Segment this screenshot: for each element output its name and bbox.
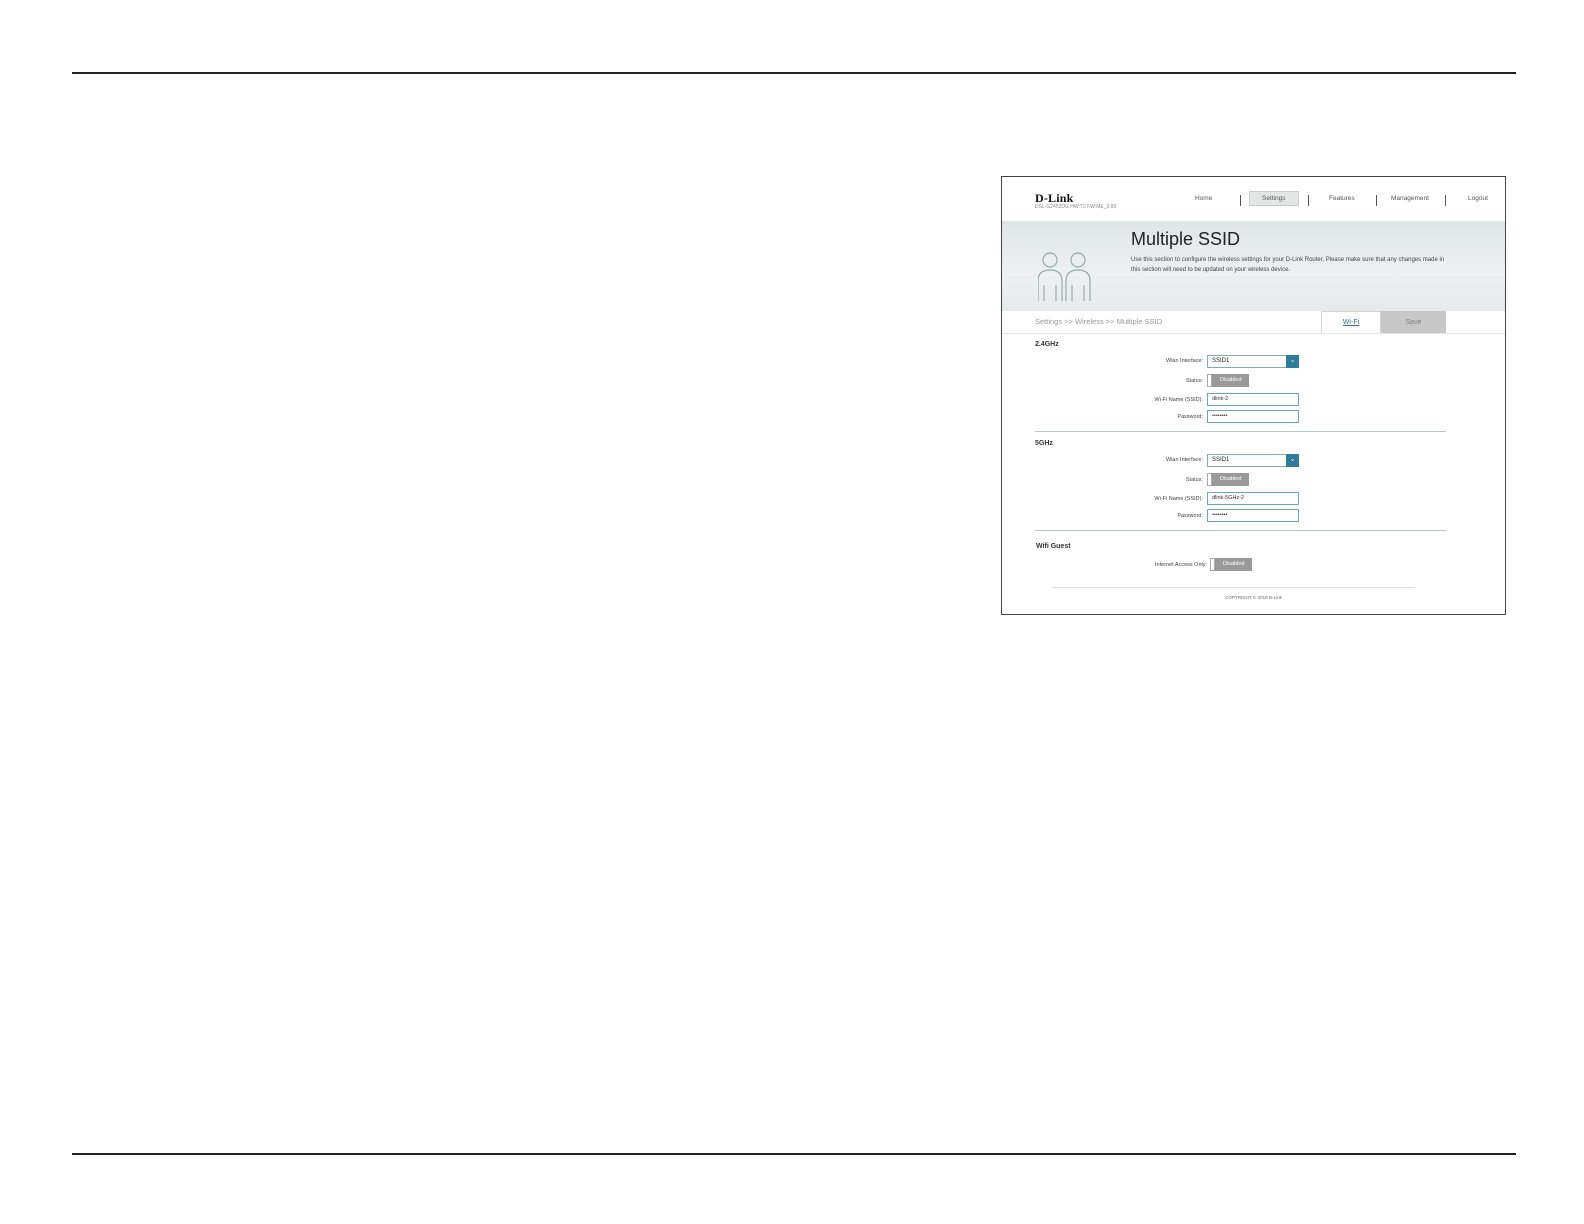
password-input-24ghz[interactable]: •••••••• bbox=[1207, 410, 1299, 423]
footer-divider bbox=[1052, 587, 1415, 588]
wlan-interface-label: Wlan Interface: bbox=[1166, 457, 1203, 463]
status-toggle-24ghz[interactable]: Disabled bbox=[1207, 374, 1250, 387]
ssid-label: Wi-Fi Name (SSID): bbox=[1154, 397, 1203, 403]
breadcrumb-bar: Settings >> Wireless >> Multiple SSID Wi… bbox=[1002, 311, 1505, 334]
toggle-state: Disabled bbox=[1215, 558, 1253, 571]
nav-management[interactable]: Management bbox=[1391, 195, 1429, 202]
save-button[interactable]: Save bbox=[1381, 311, 1446, 333]
breadcrumb: Settings >> Wireless >> Multiple SSID bbox=[1035, 317, 1163, 326]
password-input-5ghz[interactable]: •••••••• bbox=[1207, 509, 1299, 522]
internet-access-label: Internet Access Only: bbox=[1155, 562, 1207, 568]
status-label: Status: bbox=[1185, 477, 1203, 483]
nav-separator bbox=[1376, 195, 1377, 206]
section-divider bbox=[1035, 431, 1446, 432]
nav-settings[interactable]: Settings bbox=[1249, 191, 1299, 206]
router-screenshot: D-Link DSL-G2452DG HW:T2 FW:ME_3.00 Home… bbox=[1001, 176, 1506, 615]
internet-access-toggle[interactable]: Disabled bbox=[1210, 558, 1253, 571]
bottom-rule bbox=[72, 1153, 1516, 1155]
password-label: Password: bbox=[1177, 414, 1203, 420]
wlan-interface-value: SSID1 bbox=[1212, 457, 1230, 463]
toggle-state: Disabled bbox=[1212, 374, 1250, 387]
section-divider bbox=[1035, 530, 1446, 531]
status-toggle-5ghz[interactable]: Disabled bbox=[1207, 473, 1250, 486]
nav-logout[interactable]: Logout bbox=[1468, 195, 1488, 202]
ssid-label: Wi-Fi Name (SSID): bbox=[1154, 496, 1203, 502]
ssid-input-24ghz[interactable]: dlink-2 bbox=[1207, 393, 1299, 406]
wlan-interface-select-5ghz[interactable]: SSID1 ⌄ bbox=[1207, 454, 1299, 467]
page-banner: Multiple SSID Use this section to config… bbox=[1002, 221, 1505, 311]
nav-separator bbox=[1308, 195, 1309, 206]
toggle-state: Disabled bbox=[1212, 473, 1250, 486]
users-icon bbox=[1038, 252, 1091, 301]
wlan-interface-select-24ghz[interactable]: SSID1 ⌄ bbox=[1207, 355, 1299, 368]
page-title: Multiple SSID bbox=[1131, 229, 1241, 249]
nav-features[interactable]: Features bbox=[1329, 195, 1355, 202]
page-description: Use this section to configure the wirele… bbox=[1131, 257, 1445, 273]
nav-home[interactable]: Home bbox=[1195, 195, 1212, 202]
top-rule bbox=[72, 72, 1516, 74]
wifi-link[interactable]: Wi-Fi bbox=[1321, 311, 1381, 333]
router-header: D-Link DSL-G2452DG HW:T2 FW:ME_3.00 Home… bbox=[1002, 177, 1505, 221]
ssid-input-5ghz[interactable]: dlink-5GHz-2 bbox=[1207, 492, 1299, 505]
wlan-interface-value: SSID1 bbox=[1212, 358, 1230, 364]
section-title-wifi-guest: Wifi Guest bbox=[1036, 543, 1071, 550]
nav-separator bbox=[1445, 195, 1446, 206]
chevron-down-icon[interactable]: ⌄ bbox=[1286, 454, 1299, 467]
status-label: Status: bbox=[1185, 378, 1203, 384]
chevron-down-icon[interactable]: ⌄ bbox=[1286, 355, 1299, 368]
section-title-5ghz: 5GHz bbox=[1035, 440, 1053, 447]
model-info: DSL-G2452DG HW:T2 FW:ME_3.00 bbox=[1035, 204, 1117, 210]
section-title-24ghz: 2.4GHz bbox=[1035, 341, 1059, 348]
password-label: Password: bbox=[1177, 513, 1203, 519]
nav-separator bbox=[1240, 195, 1241, 206]
copyright: COPYRIGHT © 2018 D-Link bbox=[1225, 595, 1282, 600]
wlan-interface-label: Wlan Interface: bbox=[1166, 358, 1203, 364]
